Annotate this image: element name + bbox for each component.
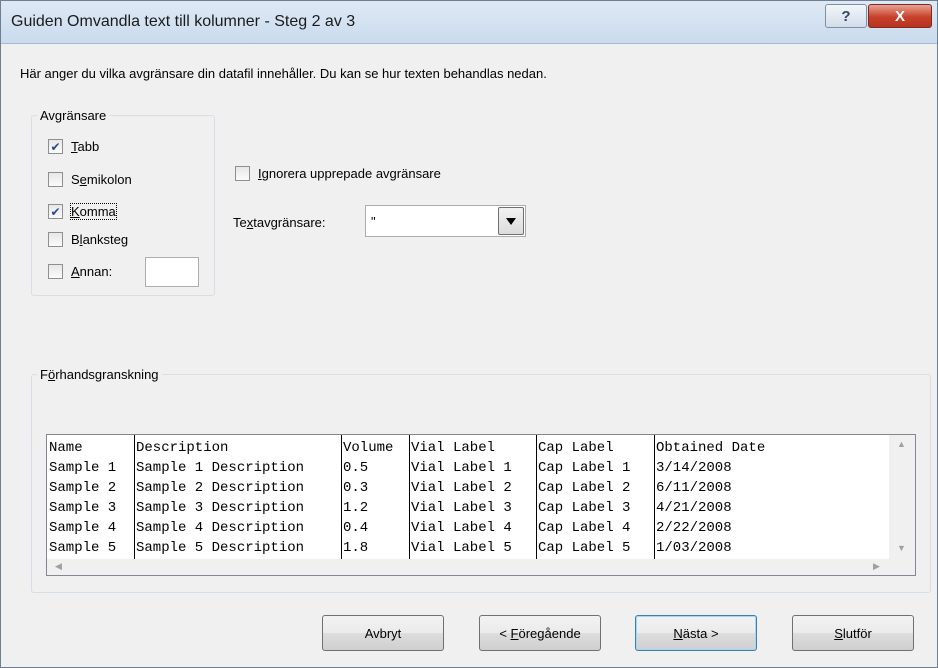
preview-row: Sample 4 Sample 4 Description 0.4 Vial Labe… [47, 519, 887, 538]
dropdown-button[interactable] [498, 207, 524, 235]
preview-cell[interactable]: Cap Label 5 [537, 539, 630, 558]
ignore-repeated-option[interactable]: Ignorera upprepade avgränsare [235, 166, 441, 181]
semicolon-delimiter-option[interactable]: Semikolon [48, 172, 132, 187]
preview-header-row: Name Description Volume Vial Label Cap Label… [47, 439, 887, 458]
comma-label: Komma [70, 203, 117, 220]
preview-cell[interactable]: Sample 5 [48, 539, 116, 558]
help-icon: ? [841, 7, 851, 25]
semicolon-label: Semikolon [71, 172, 132, 187]
preview-cell[interactable]: Sample 3 Description [135, 499, 304, 518]
preview-cell[interactable]: Cap Label 4 [537, 519, 630, 538]
back-button-label: < Föregående [499, 625, 581, 641]
preview-cell[interactable]: Description [135, 439, 228, 458]
preview-row: Sample 1 Sample 1 Description 0.5 Vial Labe… [47, 459, 887, 478]
preview-cell[interactable]: Vial Label 3 [410, 499, 512, 518]
other-checkbox[interactable] [48, 264, 63, 279]
preview-legend: Förhandsgranskning [40, 367, 159, 382]
text-qualifier-select[interactable]: " [365, 205, 526, 237]
preview-cell[interactable]: 1.2 [342, 499, 368, 518]
triangle-down-icon [506, 217, 516, 225]
preview-cell[interactable]: Sample 2 Description [135, 479, 304, 498]
preview-cell[interactable]: 4/21/2008 [655, 499, 732, 518]
preview-cell[interactable]: 0.5 [342, 459, 368, 478]
scroll-left-icon[interactable]: ◀ [55, 561, 62, 572]
back-button[interactable]: < Föregående [479, 615, 601, 651]
check-mark-icon: ✔ [50, 139, 61, 154]
text-qualifier-value: " [371, 214, 376, 229]
data-preview-grid: Name Description Volume Vial Label Cap Label… [47, 435, 887, 559]
ignore-repeated-checkbox[interactable] [235, 166, 250, 181]
preview-cell[interactable]: Name [48, 439, 83, 458]
preview-cell[interactable]: 1.8 [342, 539, 368, 558]
help-button[interactable]: ? [825, 4, 867, 28]
title-bar[interactable]: Guiden Omvandla text till kolumner - Ste… [1, 1, 937, 44]
preview-cell[interactable]: Sample 3 [48, 499, 116, 518]
other-delimiter-input[interactable] [145, 257, 199, 287]
finish-button[interactable]: Slutför [792, 615, 914, 651]
space-checkbox[interactable] [48, 232, 63, 247]
preview-cell[interactable]: Sample 4 Description [135, 519, 304, 538]
space-delimiter-option[interactable]: Blanksteg [48, 232, 128, 247]
dialog-body: Här anger du vilka avgränsare din datafi… [1, 44, 937, 667]
preview-cell[interactable]: Sample 1 Description [135, 459, 304, 478]
scroll-right-icon[interactable]: ▶ [873, 561, 880, 572]
close-button[interactable]: X [868, 4, 932, 28]
preview-cell[interactable]: Cap Label 2 [537, 479, 630, 498]
preview-cell[interactable]: Vial Label 1 [410, 459, 512, 478]
preview-row: Sample 2 Sample 2 Description 0.3 Vial Labe… [47, 479, 887, 498]
preview-cell[interactable]: Cap Label 3 [537, 499, 630, 518]
preview-cell[interactable]: Volume [342, 439, 393, 458]
preview-cell[interactable]: Vial Label 4 [410, 519, 512, 538]
cancel-button[interactable]: Avbryt [322, 615, 444, 651]
window-title: Guiden Omvandla text till kolumner - Ste… [11, 13, 356, 30]
preview-cell[interactable]: Obtained Date [655, 439, 765, 458]
delimiters-legend: Avgränsare [40, 108, 107, 123]
data-preview: Name Description Volume Vial Label Cap Label… [46, 434, 916, 576]
preview-cell[interactable]: Sample 5 Description [135, 539, 304, 558]
instruction-text: Här anger du vilka avgränsare din datafi… [20, 66, 547, 81]
next-button[interactable]: Nästa > [635, 615, 757, 651]
preview-cell[interactable]: 0.3 [342, 479, 368, 498]
preview-cell[interactable]: Sample 2 [48, 479, 116, 498]
close-icon: X [894, 7, 905, 25]
preview-cell[interactable]: 0.4 [342, 519, 368, 538]
other-delimiter-option[interactable]: Annan: [48, 264, 112, 279]
preview-row: Sample 5 Sample 5 Description 1.8 Vial Labe… [47, 539, 887, 558]
tab-delimiter-option[interactable]: ✔ Tabb [48, 139, 99, 154]
check-mark-icon: ✔ [50, 204, 61, 219]
preview-cell[interactable]: 6/11/2008 [655, 479, 732, 498]
tab-label: Tabb [71, 139, 100, 154]
semicolon-checkbox[interactable] [48, 172, 63, 187]
preview-cell[interactable]: Cap Label 1 [537, 459, 630, 478]
preview-cell[interactable]: 1/03/2008 [655, 539, 732, 558]
preview-cell[interactable]: Cap Label [537, 439, 614, 458]
tab-checkbox[interactable]: ✔ [48, 139, 63, 154]
cancel-button-label: Avbryt [364, 625, 402, 641]
scroll-up-icon[interactable]: ▲ [897, 439, 906, 449]
comma-delimiter-option[interactable]: ✔ Komma [48, 203, 117, 220]
next-button-label: Nästa > [673, 625, 719, 641]
preview-cell[interactable]: Sample 1 [48, 459, 116, 478]
preview-cell[interactable]: 3/14/2008 [655, 459, 732, 478]
comma-checkbox[interactable]: ✔ [48, 204, 63, 219]
text-to-columns-wizard-dialog: Guiden Omvandla text till kolumner - Ste… [0, 0, 938, 668]
preview-cell[interactable]: Vial Label 2 [410, 479, 512, 498]
vertical-scrollbar[interactable]: ▲ ▼ [889, 435, 915, 559]
horizontal-scrollbar[interactable]: ◀ ▶ [47, 559, 915, 575]
space-label: Blanksteg [71, 232, 129, 247]
other-label: Annan: [71, 264, 113, 279]
ignore-repeated-label: Ignorera upprepade avgränsare [258, 166, 441, 181]
preview-cell[interactable]: Sample 4 [48, 519, 116, 538]
preview-cell[interactable]: Vial Label 5 [410, 539, 512, 558]
preview-cell[interactable]: 2/22/2008 [655, 519, 732, 538]
scroll-down-icon[interactable]: ▼ [897, 543, 906, 553]
preview-cell[interactable]: Vial Label [410, 439, 495, 458]
text-qualifier-label: Textavgränsare: [233, 215, 326, 230]
preview-row: Sample 3 Sample 3 Description 1.2 Vial Labe… [47, 499, 887, 518]
finish-button-label: Slutför [834, 625, 872, 641]
